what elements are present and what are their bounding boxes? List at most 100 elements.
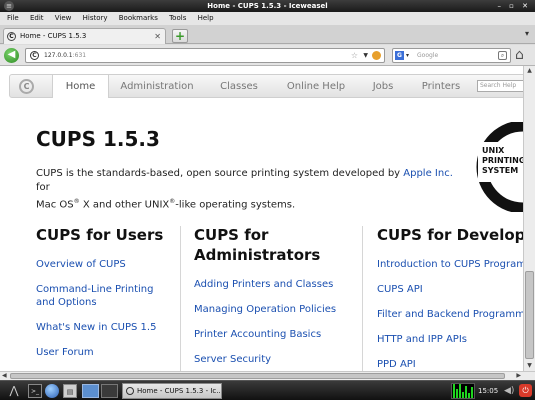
desktop-switcher-2[interactable] <box>101 384 118 398</box>
navigation-toolbar: ◀ C 127.0.0.1:631 ☆ ▼ G ▾ Google ⌕ ⌂ <box>0 45 535 66</box>
tab-label: Home - CUPS 1.5.3 <box>20 32 87 40</box>
menu-edit[interactable]: Edit <box>30 14 44 22</box>
column-heading-developers: CUPS for Developers <box>377 226 523 244</box>
unix-logo-line-2: PRINTING <box>482 156 523 165</box>
link-accounting-basics[interactable]: Printer Accounting Basics <box>194 328 354 341</box>
vertical-scroll-thumb[interactable] <box>525 271 534 359</box>
start-menu-icon[interactable]: ⋀ <box>4 384 24 398</box>
search-input[interactable]: Google <box>417 52 438 59</box>
link-server-security[interactable]: Server Security <box>194 353 354 366</box>
cpu-monitor[interactable] <box>451 383 475 399</box>
menu-view[interactable]: View <box>55 14 72 22</box>
nav-jobs[interactable]: Jobs <box>361 75 405 98</box>
search-engine-icon[interactable]: G <box>395 51 404 60</box>
cups-navigation-bar: C Home Administration Classes Online Hel… <box>9 74 523 98</box>
iceweasel-task-icon <box>126 387 134 395</box>
search-engine-dropdown-icon[interactable]: ▾ <box>406 49 409 62</box>
search-go-icon[interactable]: ⌕ <box>498 51 507 60</box>
page-title: CUPS 1.5.3 <box>36 127 160 151</box>
column-heading-users: CUPS for Users <box>36 226 164 244</box>
taskbar-window-button[interactable]: Home - CUPS 1.5.3 - Ic... <box>122 383 222 399</box>
horizontal-scrollbar[interactable]: ◀ ▶ <box>0 371 535 380</box>
nav-online-help[interactable]: Online Help <box>276 75 356 98</box>
link-intro-programming[interactable]: Introduction to CUPS Programming <box>377 258 523 271</box>
intro-text-2: for <box>36 182 50 193</box>
clock[interactable]: 15:05 <box>478 384 498 398</box>
column-developers: CUPS for Developers Introduction to CUPS… <box>377 225 523 371</box>
window-controls[interactable]: – ▫ ✕ <box>497 0 531 12</box>
home-icon[interactable]: ⌂ <box>515 48 524 63</box>
scroll-up-icon[interactable]: ▲ <box>524 66 535 76</box>
cpu-level-bar <box>462 392 464 398</box>
horizontal-scroll-thumb[interactable] <box>10 373 505 379</box>
window-titlebar[interactable]: ≡ Home - CUPS 1.5.3 - Iceweasel – ▫ ✕ <box>0 0 535 12</box>
taskbar: ⋀ >_ ▤ Home - CUPS 1.5.3 - Ic... 15:05 ◀… <box>0 380 535 400</box>
tab-list-dropdown-icon[interactable]: ▾ <box>525 29 529 38</box>
column-divider <box>180 226 181 371</box>
volume-icon[interactable]: ◀) <box>504 384 514 398</box>
menu-help[interactable]: Help <box>198 14 214 22</box>
menu-tools[interactable]: Tools <box>169 14 186 22</box>
link-overview-of-cups[interactable]: Overview of CUPS <box>36 258 176 271</box>
link-http-ipp-apis[interactable]: HTTP and IPP APIs <box>377 333 523 346</box>
url-port: :631 <box>72 52 87 59</box>
cpu-level-bar <box>465 386 467 398</box>
unix-printing-system-logo: UNIX PRINTING SYSTEM <box>476 122 523 212</box>
column-heading-administrators: CUPS for Administrators <box>194 226 321 264</box>
cups-favicon-icon: C <box>7 32 16 41</box>
desktop-switcher-1[interactable] <box>82 384 99 398</box>
link-whats-new[interactable]: What's New in CUPS 1.5 <box>36 321 176 334</box>
link-adding-printers[interactable]: Adding Printers and Classes <box>194 278 354 291</box>
menu-file[interactable]: File <box>7 14 19 22</box>
nav-classes[interactable]: Classes <box>208 75 270 98</box>
url-history-dropdown-icon[interactable]: ▼ <box>363 49 368 62</box>
cups-search-help-input[interactable]: Search Help <box>477 80 523 92</box>
intro-text-3: Mac OS <box>36 199 74 211</box>
site-identity-icon[interactable]: C <box>30 51 39 60</box>
intro-text-4: X and other UNIX <box>79 199 170 211</box>
tab-home-cups[interactable]: C Home - CUPS 1.5.3 ✕ <box>3 28 166 44</box>
url-host: 127.0.0.1 <box>44 52 73 59</box>
url-bar[interactable]: C 127.0.0.1:631 ☆ ▼ <box>25 48 385 63</box>
power-icon[interactable]: ⏻ <box>519 384 532 397</box>
link-user-forum[interactable]: User Forum <box>36 346 176 359</box>
column-administrators: CUPS for Administrators Adding Printers … <box>194 225 354 371</box>
link-filter-backend[interactable]: Filter and Backend Programming <box>377 308 523 321</box>
back-button[interactable]: ◀ <box>4 48 19 63</box>
menu-history[interactable]: History <box>83 14 108 22</box>
web-browser-launcher-icon[interactable] <box>45 384 59 398</box>
column-users: CUPS for Users Overview of CUPS Command-… <box>36 225 176 371</box>
cpu-level-bar <box>474 390 475 398</box>
vertical-scrollbar[interactable]: ▲ ▼ <box>523 66 535 371</box>
scroll-down-icon[interactable]: ▼ <box>524 361 535 371</box>
cpu-level-bar <box>453 384 455 398</box>
unix-logo-line-1: UNIX <box>482 146 505 155</box>
link-cups-api[interactable]: CUPS API <box>377 283 523 296</box>
link-managing-policies[interactable]: Managing Operation Policies <box>194 303 354 316</box>
nav-administration[interactable]: Administration <box>113 75 201 98</box>
intro-paragraph: CUPS is the standards-based, open source… <box>36 167 456 212</box>
bookmark-star-icon[interactable]: ☆ <box>351 49 358 62</box>
reload-icon[interactable] <box>372 51 381 60</box>
tab-close-icon[interactable]: ✕ <box>154 29 161 44</box>
apple-link[interactable]: Apple Inc. <box>403 168 453 179</box>
menu-bookmarks[interactable]: Bookmarks <box>119 14 158 22</box>
link-ppd-api[interactable]: PPD API <box>377 358 523 371</box>
new-tab-button[interactable]: + <box>172 29 188 43</box>
unix-logo-line-3: SYSTEM <box>482 166 518 175</box>
cpu-level-bar <box>456 389 458 398</box>
cpu-level-bar <box>468 393 470 398</box>
intro-text-1: CUPS is the standards-based, open source… <box>36 168 404 179</box>
nav-printers[interactable]: Printers <box>412 75 470 98</box>
taskbar-window-label: Home - CUPS 1.5.3 - Ic... <box>137 387 222 395</box>
link-command-line-printing[interactable]: Command-Line Printing and Options <box>36 283 164 309</box>
scroll-left-icon[interactable]: ◀ <box>2 372 7 380</box>
nav-home[interactable]: Home <box>52 75 109 98</box>
file-manager-launcher-icon[interactable]: ▤ <box>63 384 77 398</box>
window-menu-icon[interactable]: ≡ <box>4 1 14 11</box>
search-bar[interactable]: G ▾ Google ⌕ <box>392 48 511 63</box>
scroll-right-icon[interactable]: ▶ <box>516 372 521 380</box>
menu-bar: File Edit View History Bookmarks Tools H… <box>0 12 535 25</box>
cups-logo-icon[interactable]: C <box>19 79 34 94</box>
terminal-launcher-icon[interactable]: >_ <box>28 384 42 398</box>
